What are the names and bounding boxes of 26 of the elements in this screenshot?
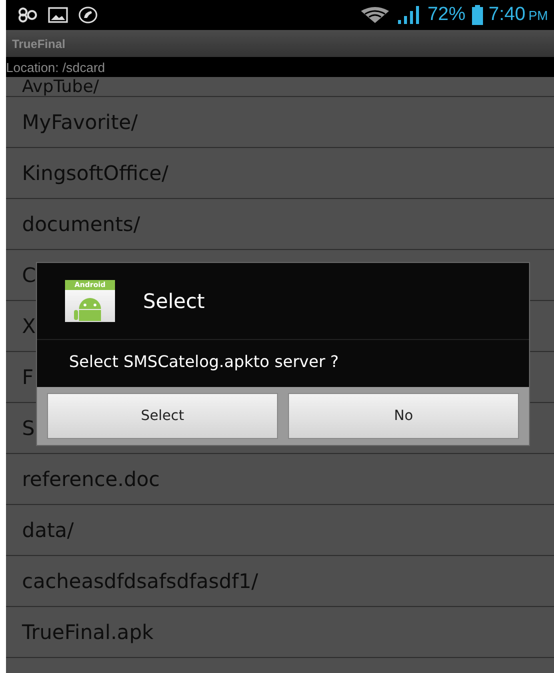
image-icon xyxy=(48,7,68,23)
file-name[interactable]: documents/ xyxy=(22,212,140,236)
confirm-button[interactable]: Select xyxy=(47,393,278,439)
clock-meridiem: PM xyxy=(528,8,548,22)
app-title: TrueFinal xyxy=(12,36,66,50)
signal-icon xyxy=(397,6,422,24)
file-name[interactable]: AvpTube/ xyxy=(22,78,100,96)
file-name[interactable]: S xyxy=(22,416,35,440)
location-path: Location: /sdcard xyxy=(6,60,106,74)
wifi-icon xyxy=(359,7,392,23)
dialog-message: Select SMSCatelog.apkto server ? xyxy=(68,351,340,373)
battery-percent: 72% xyxy=(427,4,466,26)
file-name[interactable]: cacheasdfdsafsdfasdf1/ xyxy=(22,569,258,593)
file-name[interactable]: data/ xyxy=(22,518,74,542)
file-name[interactable]: X xyxy=(22,314,36,338)
battery-icon xyxy=(472,5,483,25)
circles-icon xyxy=(18,7,38,23)
file-name[interactable]: C xyxy=(22,263,36,287)
file-name[interactable]: KingsoftOffice/ xyxy=(22,161,168,185)
file-name[interactable]: TrueFinal.apk xyxy=(22,620,154,644)
file-name[interactable]: MyFavorite/ xyxy=(22,110,138,134)
cancel-button[interactable]: No xyxy=(288,393,519,439)
dialog-title: Select xyxy=(143,289,205,313)
file-name[interactable]: F xyxy=(22,365,34,389)
clock-time: 7:40 xyxy=(488,4,526,26)
file-name[interactable]: reference.doc xyxy=(22,467,160,491)
